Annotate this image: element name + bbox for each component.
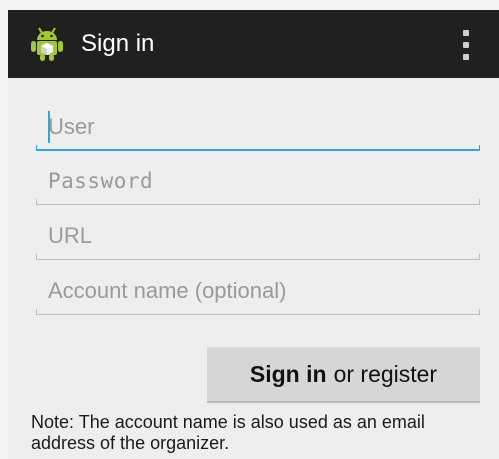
register-label: or register (333, 360, 438, 387)
url-input[interactable] (36, 214, 480, 258)
user-field-container (36, 105, 480, 151)
android-robot-icon (31, 27, 63, 61)
password-field-container (36, 159, 480, 205)
user-underline (36, 149, 480, 151)
account-name-input[interactable] (36, 269, 480, 313)
page-title: Sign in (81, 30, 155, 57)
url-field-container (36, 214, 480, 260)
sign-in-screen: Sign in Sign in or register Note: T (8, 10, 499, 459)
account-name-note: Note: The account name is also used as a… (31, 412, 425, 453)
account-field-container (36, 269, 480, 315)
overflow-menu-icon[interactable] (460, 26, 472, 64)
sign-in-label: Sign in (249, 360, 327, 387)
url-underline (36, 259, 480, 260)
sign-in-button[interactable]: Sign in or register (207, 347, 480, 403)
text-cursor (48, 111, 50, 143)
action-bar: Sign in (8, 10, 499, 78)
account-underline (36, 314, 480, 315)
password-input[interactable] (36, 159, 480, 203)
user-input[interactable] (36, 105, 480, 149)
password-underline (36, 204, 480, 205)
